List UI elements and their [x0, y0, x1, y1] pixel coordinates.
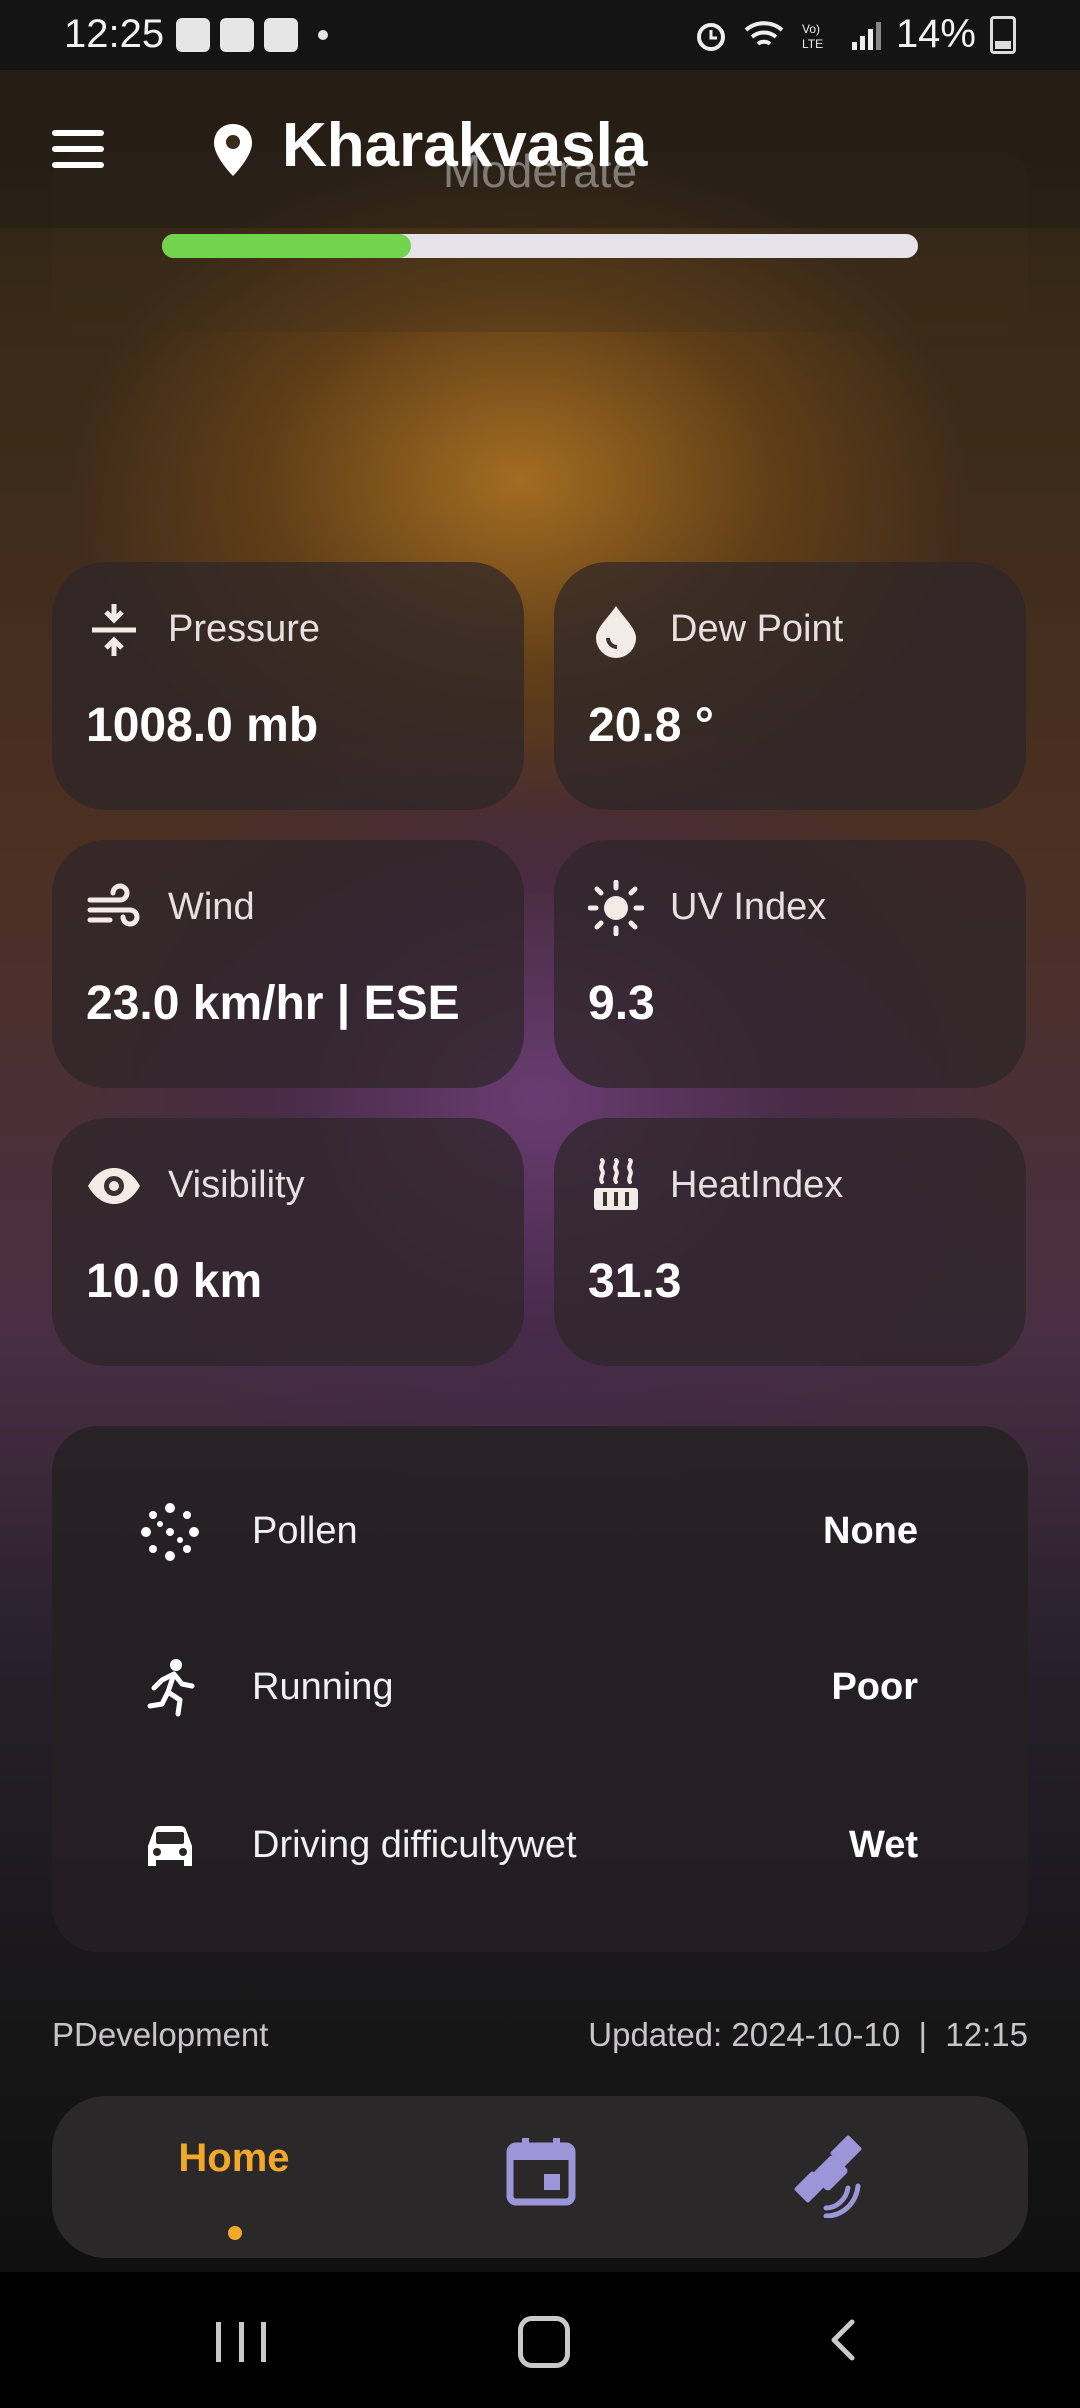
pressure-label: Pressure [168, 608, 321, 650]
group-icon [220, 18, 254, 52]
uv-index-label: UV Index [670, 886, 827, 928]
drop-icon [596, 606, 636, 658]
activity-label: Pollen [252, 1510, 358, 1552]
svg-text:Vo): Vo) [802, 22, 820, 36]
wifi-icon [744, 20, 784, 46]
running-icon [147, 1659, 195, 1717]
uv-index-value: 9.3 [588, 977, 655, 1030]
visibility-label: Visibility [168, 1164, 305, 1206]
wind-tile[interactable]: Wind 23.0 km/hr | ESE [52, 840, 524, 1088]
eye-icon [88, 1168, 140, 1204]
alarm-icon [696, 22, 725, 51]
activity-row[interactable]: Driving difficultywet Wet [52, 1784, 1028, 1904]
volte-icon: Vo)LTE [802, 22, 823, 51]
satellite-icon[interactable] [786, 2132, 872, 2218]
dew-point-label: Dew Point [670, 608, 844, 650]
status-right: Vo) LTE 14% [694, 12, 1016, 57]
wind-value: 23.0 km/hr | ESE [86, 977, 460, 1030]
more-notifications-icon [318, 30, 328, 40]
wind-icon [87, 883, 140, 927]
sun-icon [588, 880, 644, 936]
battery-percent: 14% [895, 12, 976, 56]
activity-value: None [823, 1510, 918, 1552]
updated-timestamp: Updated: 2024-10-10 | 12:15 [588, 2016, 1028, 2053]
back-button[interactable] [828, 2318, 858, 2362]
signal-icon [851, 21, 881, 50]
home-button[interactable] [518, 2316, 570, 2368]
dew-point-tile[interactable]: Dew Point 20.8 ° [554, 562, 1026, 810]
wind-label: Wind [168, 886, 255, 928]
activity-label: Running [252, 1666, 394, 1708]
nav-home-tab[interactable]: Home [148, 2136, 320, 2181]
gallery-icon [176, 18, 210, 52]
top-app-bar: Kharakvasla [0, 70, 1080, 228]
bottom-navigation: Home [52, 2096, 1028, 2258]
heat-index-value: 31.3 [588, 1255, 682, 1308]
visibility-value: 10.0 km [86, 1255, 263, 1308]
menu-icon[interactable] [52, 130, 104, 170]
visibility-tile[interactable]: Visibility 10.0 km [52, 1118, 524, 1366]
activity-value: Poor [831, 1666, 918, 1708]
activity-row[interactable]: Running Poor [52, 1626, 1028, 1746]
heat-icon [594, 1158, 638, 1210]
notification-icons [176, 18, 328, 52]
activity-value: Wet [849, 1824, 918, 1866]
pressure-icon [92, 604, 136, 656]
status-bar: 12:25 Vo) LTE 14% [0, 0, 1080, 70]
pressure-tile[interactable]: Pressure 1008.0 mb [52, 562, 524, 810]
svg-text:LTE: LTE [802, 37, 823, 51]
heat-index-tile[interactable]: HeatIndex 31.3 [554, 1118, 1026, 1366]
uv-index-tile[interactable]: UV Index 9.3 [554, 840, 1026, 1088]
activity-label: Driving difficultywet [252, 1824, 577, 1866]
recent-apps-button[interactable] [216, 2322, 266, 2362]
system-navigation-bar [0, 2272, 1080, 2408]
heat-index-label: HeatIndex [670, 1164, 844, 1206]
calendar-icon[interactable] [506, 2136, 576, 2206]
air-quality-bar-fill [162, 234, 412, 258]
pressure-value: 1008.0 mb [86, 699, 319, 752]
car-icon [148, 1826, 192, 1866]
activity-row[interactable]: Pollen None [52, 1470, 1028, 1590]
location-name[interactable]: Kharakvasla [282, 110, 647, 181]
developer-credit: PDevelopment [52, 2016, 269, 2053]
app-a-icon [264, 18, 298, 52]
status-time: 12:25 [64, 12, 165, 56]
pollen-icon [141, 1503, 199, 1561]
dew-point-value: 20.8 ° [588, 699, 714, 752]
active-indicator [228, 2226, 242, 2240]
air-quality-bar [162, 234, 918, 258]
battery-icon [990, 15, 1016, 54]
location-pin-icon [214, 124, 252, 176]
activity-card: Pollen None Running Poor Driving difficu… [52, 1426, 1028, 1952]
